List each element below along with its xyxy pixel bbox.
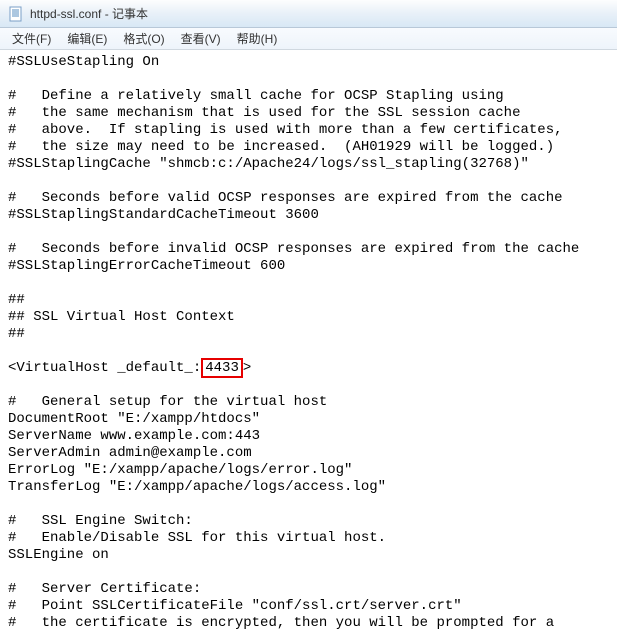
notepad-icon xyxy=(8,6,24,22)
text-line: # Seconds before valid OCSP responses ar… xyxy=(8,190,563,206)
text-line: # the certificate is encrypted, then you… xyxy=(8,615,554,631)
text-line: ## SSL Virtual Host Context xyxy=(8,309,235,325)
text-line: > xyxy=(243,360,251,376)
text-line: #SSLStaplingCache "shmcb:c:/Apache24/log… xyxy=(8,156,529,172)
text-line: # Seconds before invalid OCSP responses … xyxy=(8,241,579,257)
menu-help[interactable]: 帮助(H) xyxy=(229,28,286,49)
window-title: httpd-ssl.conf - 记事本 xyxy=(30,5,148,22)
text-line: #SSLStaplingErrorCacheTimeout 600 xyxy=(8,258,285,274)
highlight-port: 4433 xyxy=(201,358,243,378)
text-line: ErrorLog "E:/xampp/apache/logs/error.log… xyxy=(8,462,352,478)
menu-edit[interactable]: 编辑(E) xyxy=(59,28,115,49)
text-line: #SSLStaplingStandardCacheTimeout 3600 xyxy=(8,207,319,223)
menu-file[interactable]: 文件(F) xyxy=(4,28,59,49)
text-line: # General setup for the virtual host xyxy=(8,394,327,410)
text-line: # Server Certificate: xyxy=(8,581,201,597)
text-line: # Enable/Disable SSL for this virtual ho… xyxy=(8,530,386,546)
menu-format[interactable]: 格式(O) xyxy=(115,28,172,49)
text-line: # Define a relatively small cache for OC… xyxy=(8,88,504,104)
text-line: SSLEngine on xyxy=(8,547,109,563)
text-line: TransferLog "E:/xampp/apache/logs/access… xyxy=(8,479,386,495)
text-line: # the size may need to be increased. (AH… xyxy=(8,139,554,155)
text-line: # Point SSLCertificateFile "conf/ssl.crt… xyxy=(8,598,462,614)
text-line: ## xyxy=(8,326,25,342)
text-line: #SSLUseStapling On xyxy=(8,54,159,70)
title-bar: httpd-ssl.conf - 记事本 xyxy=(0,0,617,28)
text-line: <VirtualHost _default_: xyxy=(8,360,201,376)
text-line: # the same mechanism that is used for th… xyxy=(8,105,520,121)
text-line: ServerName www.example.com:443 xyxy=(8,428,260,444)
text-line: # above. If stapling is used with more t… xyxy=(8,122,563,138)
menu-bar: 文件(F) 编辑(E) 格式(O) 查看(V) 帮助(H) xyxy=(0,28,617,50)
menu-view[interactable]: 查看(V) xyxy=(173,28,229,49)
text-line: ## xyxy=(8,292,25,308)
text-line: DocumentRoot "E:/xampp/htdocs" xyxy=(8,411,260,427)
text-line: ServerAdmin admin@example.com xyxy=(8,445,252,461)
text-content[interactable]: #SSLUseStapling On # Define a relatively… xyxy=(0,50,617,636)
text-line: # SSL Engine Switch: xyxy=(8,513,193,529)
